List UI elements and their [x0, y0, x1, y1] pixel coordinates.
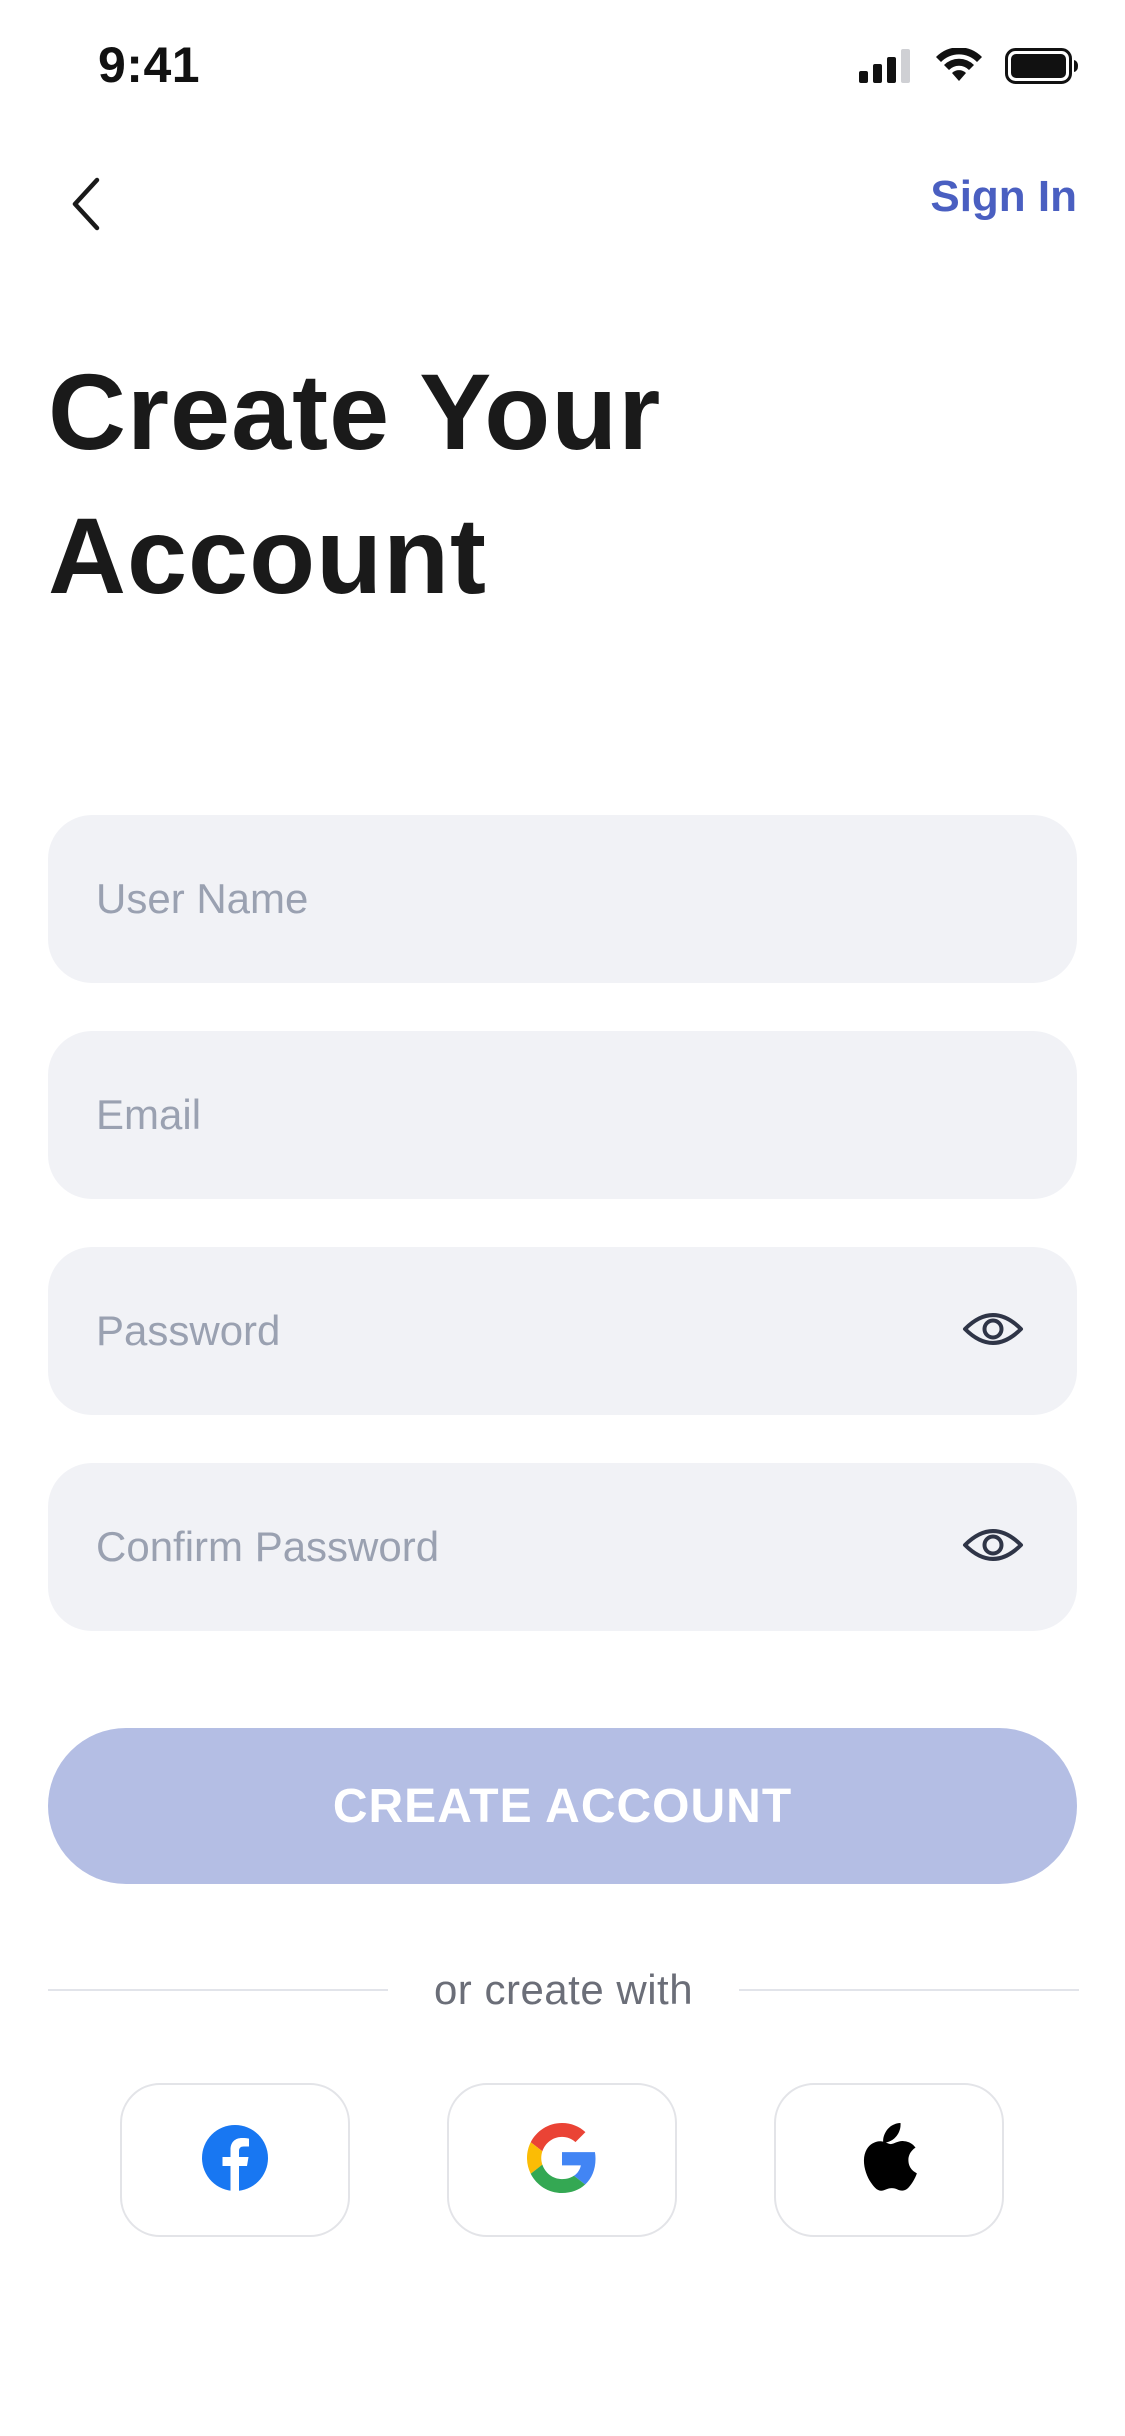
confirm-password-visibility-toggle[interactable] [961, 1515, 1025, 1579]
google-signup-button[interactable] [447, 2083, 677, 2237]
password-visibility-toggle[interactable] [961, 1299, 1025, 1363]
create-account-screen: 9:41 Sign In Create Your Account User Na… [0, 0, 1125, 2436]
username-field [48, 815, 1077, 983]
confirm-password-field [48, 1463, 1077, 1631]
social-divider: or create with [48, 1960, 1080, 2020]
google-icon [527, 2122, 597, 2198]
apple-signup-button[interactable] [774, 2083, 1004, 2237]
wifi-icon [935, 47, 983, 89]
email-field [48, 1031, 1077, 1199]
status-bar: 9:41 [0, 0, 1125, 132]
chevron-left-icon [69, 176, 103, 237]
confirm-password-input[interactable] [48, 1463, 1077, 1631]
divider-line-right [739, 1989, 1080, 1991]
back-button[interactable] [56, 170, 116, 242]
battery-icon [1005, 48, 1079, 89]
divider-text: or create with [433, 1966, 694, 2013]
sign-in-link[interactable]: Sign In [930, 172, 1077, 222]
create-account-button[interactable]: CREATE ACCOUNT [48, 1728, 1077, 1884]
apple-icon [860, 2122, 918, 2198]
facebook-signup-button[interactable] [120, 2083, 350, 2237]
page-title: Create Your Account [48, 340, 948, 628]
page-title-line2: Account [48, 495, 487, 616]
status-icons [859, 47, 1079, 89]
divider-line-left [48, 1989, 388, 1991]
password-input[interactable] [48, 1247, 1077, 1415]
status-time: 9:41 [98, 37, 201, 93]
facebook-icon [201, 2124, 269, 2197]
eye-icon [962, 1523, 1024, 1572]
username-input[interactable] [48, 815, 1077, 983]
password-field [48, 1247, 1077, 1415]
email-input[interactable] [48, 1031, 1077, 1199]
eye-icon [962, 1307, 1024, 1356]
cellular-signal-icon [859, 49, 913, 88]
page-title-line1: Create Your [48, 351, 662, 472]
